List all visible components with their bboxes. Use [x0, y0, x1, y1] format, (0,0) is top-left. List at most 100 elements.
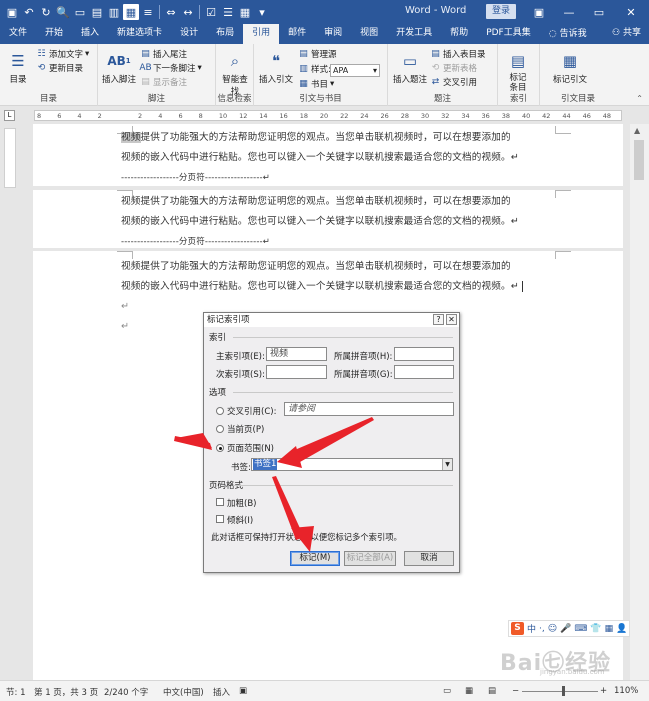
- mark-button[interactable]: 标记(M): [290, 551, 340, 566]
- mark-citation-button[interactable]: ▦ 标记引文: [550, 50, 590, 85]
- tab-review[interactable]: 审阅: [315, 24, 351, 44]
- zoom-in-icon[interactable]: +: [600, 686, 607, 696]
- insert-caption-button[interactable]: ▭ 插入题注: [392, 50, 428, 85]
- status-words[interactable]: 2/240 个字: [104, 686, 148, 698]
- bold-checkbox[interactable]: [216, 498, 224, 506]
- ruler-tick: 10: [218, 112, 228, 120]
- check-icon[interactable]: ☑: [203, 4, 219, 20]
- web-layout-icon[interactable]: ▤: [488, 686, 496, 696]
- ime-toolbox-icon[interactable]: ▦: [605, 624, 614, 634]
- save-icon[interactable]: ▣: [4, 4, 20, 20]
- tab-view[interactable]: 视图: [351, 24, 387, 44]
- list-icon[interactable]: ☰: [220, 4, 236, 20]
- print-layout-icon[interactable]: ▦: [465, 686, 473, 696]
- tab-layout[interactable]: 布局: [207, 24, 243, 44]
- main-pinyin-input[interactable]: [394, 347, 454, 361]
- sub-pinyin-input[interactable]: [394, 365, 454, 379]
- ime-chinese-mode[interactable]: 中: [527, 622, 536, 635]
- scroll-up-icon[interactable]: ▲: [634, 126, 640, 135]
- smart-lookup-button[interactable]: ⌕ 智能查找: [220, 50, 250, 97]
- undo-icon[interactable]: ↶: [21, 4, 37, 20]
- main-entry-input[interactable]: 视频: [266, 347, 327, 361]
- collapse-ribbon-icon[interactable]: ⌃: [636, 94, 643, 103]
- sub-entry-input[interactable]: [266, 365, 327, 379]
- ime-punctuation-icon[interactable]: ·,: [539, 624, 545, 634]
- read-mode-icon[interactable]: ▭: [443, 686, 451, 696]
- layout-icon[interactable]: ▦: [123, 4, 139, 20]
- redo-icon[interactable]: ↻: [38, 4, 54, 20]
- cross-reference-radio[interactable]: [216, 407, 224, 415]
- tab-home[interactable]: 开始: [36, 24, 72, 44]
- zoom-out-icon[interactable]: −: [512, 686, 519, 696]
- ime-emoji-icon[interactable]: ☺: [548, 624, 557, 634]
- update-toc-button[interactable]: ⟲ 更新目录: [36, 62, 83, 74]
- page-range-radio[interactable]: [216, 444, 224, 452]
- status-section[interactable]: 节: 1: [6, 686, 25, 698]
- tab-new-tab[interactable]: 新建选项卡: [108, 24, 171, 44]
- ime-voice-icon[interactable]: 🎤: [560, 624, 571, 634]
- zoom-level[interactable]: 110%: [614, 686, 638, 696]
- zoom-slider-thumb[interactable]: [562, 686, 565, 696]
- ime-keyboard-icon[interactable]: ⌨: [574, 624, 587, 634]
- show-notes-button[interactable]: ▤ 显示备注: [140, 76, 187, 88]
- form-icon[interactable]: ▥: [106, 4, 122, 20]
- insert-footnote-button[interactable]: AB 1 插入脚注: [102, 50, 136, 85]
- share-button[interactable]: ⚇ 共享: [612, 24, 641, 44]
- tab-developer[interactable]: 开发工具: [387, 24, 441, 44]
- tab-help[interactable]: 帮助: [441, 24, 477, 44]
- tell-me-box[interactable]: ◌ 告诉我: [540, 24, 596, 44]
- align-icon[interactable]: ⇔: [163, 4, 179, 20]
- update-table-button[interactable]: ⟲ 更新表格: [430, 62, 477, 74]
- insert-endnote-button[interactable]: ▤ 插入尾注: [140, 48, 187, 60]
- status-mode[interactable]: 插入: [213, 686, 230, 698]
- cancel-button[interactable]: 取消: [404, 551, 454, 566]
- tab-insert[interactable]: 插入: [72, 24, 108, 44]
- preview-icon[interactable]: 🔍: [55, 4, 71, 20]
- cross-reference-input[interactable]: 请参阅: [284, 402, 454, 416]
- tab-mailings[interactable]: 邮件: [279, 24, 315, 44]
- bookmark-select[interactable]: 书签1 ▼: [251, 458, 453, 471]
- tab-stop-selector[interactable]: L: [4, 110, 15, 121]
- add-text-button[interactable]: ☷ 添加文字 ▾: [36, 48, 89, 60]
- scroll-thumb[interactable]: [634, 140, 644, 180]
- ime-skin-icon[interactable]: 👕: [590, 624, 601, 634]
- mark-entry-button[interactable]: ▤ 标记条目: [502, 50, 534, 93]
- insert-citation-button[interactable]: ❝ 插入引文: [258, 50, 294, 85]
- status-page[interactable]: 第 1 页，共 3 页: [34, 686, 98, 698]
- toc-button[interactable]: ☰ 目录: [6, 50, 30, 85]
- macro-icon[interactable]: ▣: [239, 686, 247, 696]
- restore-button[interactable]: ▭: [584, 0, 614, 24]
- customize-icon[interactable]: ▾: [254, 4, 270, 20]
- open-icon[interactable]: ▤: [89, 4, 105, 20]
- italic-checkbox[interactable]: [216, 515, 224, 523]
- page-icon[interactable]: ≡: [140, 4, 156, 20]
- minimize-button[interactable]: —: [554, 0, 584, 24]
- status-language[interactable]: 中文(中国): [163, 686, 204, 698]
- tab-design[interactable]: 设计: [171, 24, 207, 44]
- current-page-radio[interactable]: [216, 425, 224, 433]
- dialog-help-button[interactable]: ?: [433, 314, 444, 325]
- login-button[interactable]: 登录: [486, 4, 516, 19]
- new-icon[interactable]: ▭: [72, 4, 88, 20]
- manage-sources-button[interactable]: ▤ 管理源: [298, 48, 336, 60]
- sogou-logo-icon[interactable]: S: [511, 622, 524, 635]
- vertical-scrollbar[interactable]: ▲: [630, 124, 649, 680]
- insert-table-of-figures-button[interactable]: ▤ 插入表目录: [430, 48, 485, 60]
- ime-user-icon[interactable]: 👤: [616, 624, 627, 634]
- grid-icon[interactable]: ▦: [237, 4, 253, 20]
- bibliography-button[interactable]: ▦ 书目 ▾: [298, 78, 334, 90]
- tab-references[interactable]: 引用: [243, 24, 280, 44]
- cross-reference-button[interactable]: ⇄ 交叉引用: [430, 76, 477, 88]
- citation-style-select[interactable]: APA ▾: [330, 64, 380, 77]
- next-footnote-button[interactable]: AB 下一条脚注 ▾: [139, 62, 201, 74]
- width-icon[interactable]: ↔: [180, 4, 196, 20]
- mark-all-button[interactable]: 标记全部(A): [344, 551, 396, 566]
- dialog-close-button[interactable]: ✕: [446, 314, 457, 325]
- zoom-slider[interactable]: [522, 691, 598, 692]
- tab-pdf-tools[interactable]: PDF工具集: [477, 24, 540, 44]
- ruler-bar[interactable]: 8 6 4 2 2 4 6 8 10 12 14 16 18 20 22 24 26 28 30 32 34 36 38 40…: [34, 110, 622, 121]
- dialog-title-bar[interactable]: 标记索引项 ? ✕: [204, 313, 459, 327]
- ribbon-display-icon[interactable]: ▣: [524, 0, 554, 24]
- close-button[interactable]: ✕: [616, 0, 646, 24]
- tab-file[interactable]: 文件: [0, 24, 36, 44]
